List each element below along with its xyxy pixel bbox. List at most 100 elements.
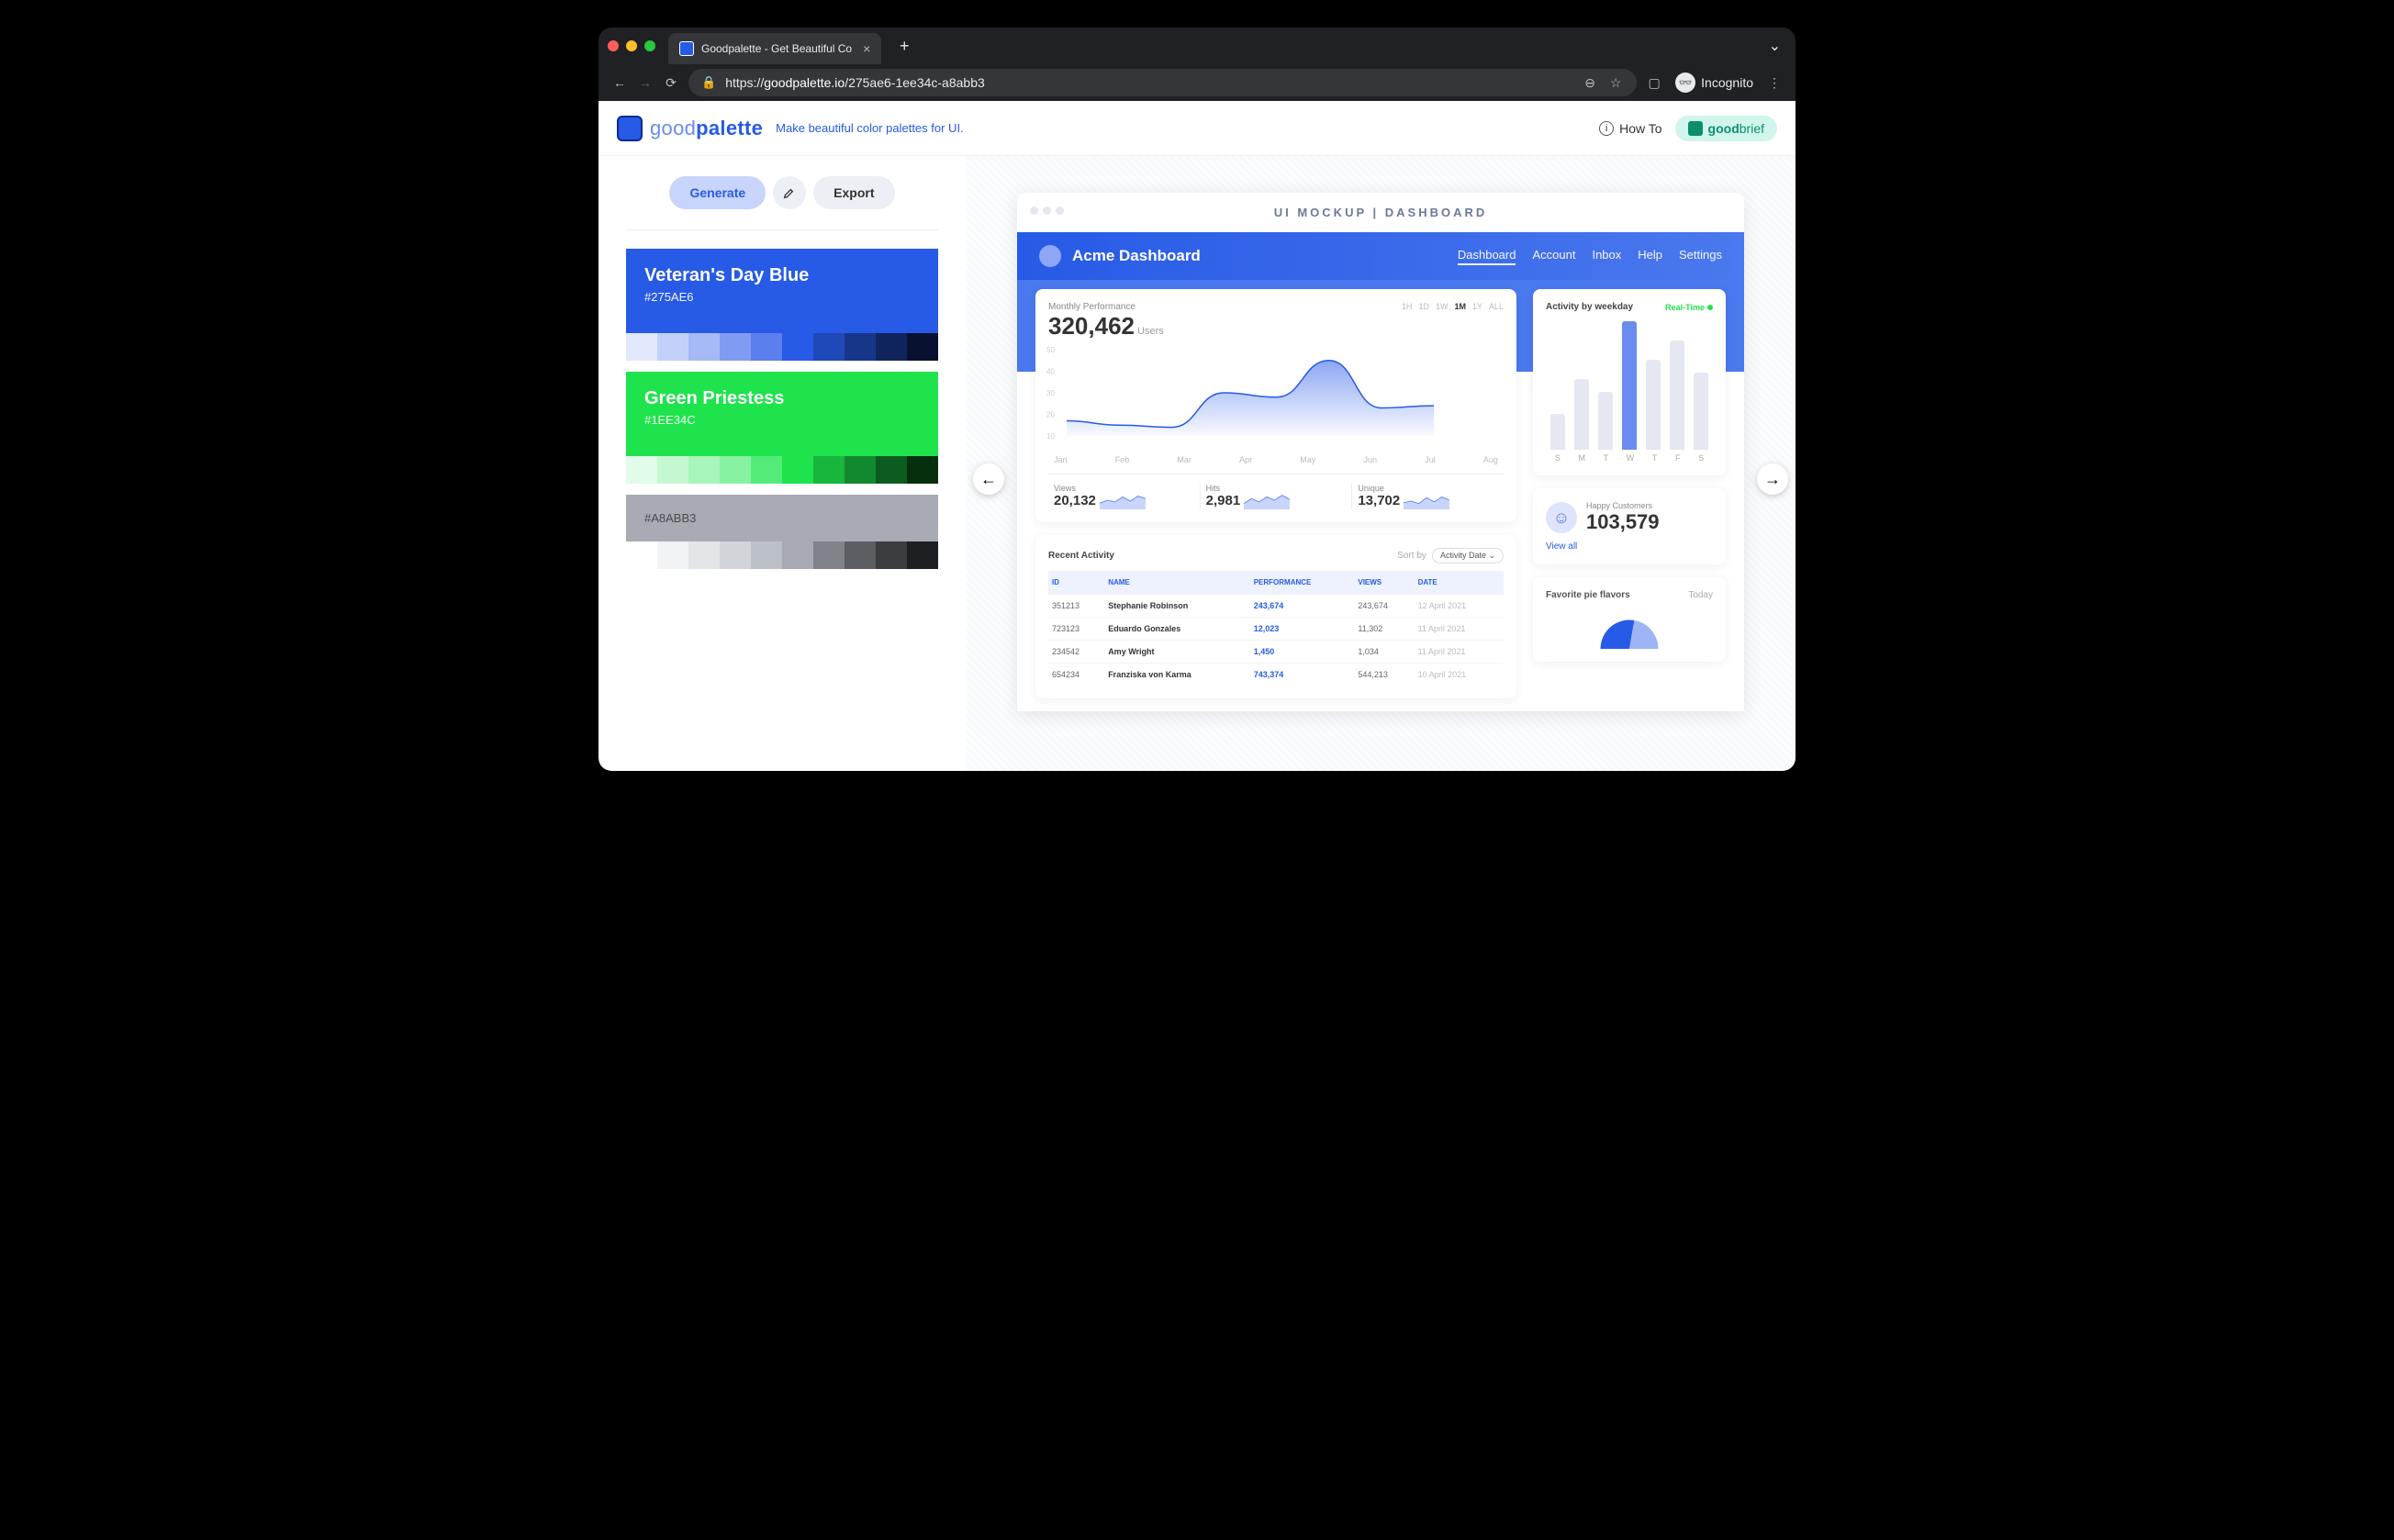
window-controls: [608, 40, 655, 51]
swatch[interactable]: [813, 541, 845, 569]
weekday-card: Activity by weekday Real-Time SMTWTFS: [1533, 289, 1726, 475]
swatch[interactable]: [845, 333, 876, 361]
swatch[interactable]: [876, 333, 907, 361]
range-option[interactable]: 1M: [1454, 302, 1466, 311]
mockup-nav-item[interactable]: Inbox: [1592, 248, 1621, 265]
range-option[interactable]: 1Y: [1472, 302, 1482, 311]
palette-hex: #275AE6: [644, 290, 920, 304]
palette-swatches: [626, 541, 938, 569]
mockup-nav-item[interactable]: Help: [1638, 248, 1662, 265]
maximize-window-icon[interactable]: [644, 40, 655, 51]
bar: [1694, 373, 1708, 450]
recent-activity-card: Recent Activity Sort by Activity Date ⌄ …: [1035, 535, 1516, 698]
swatch[interactable]: [720, 333, 751, 361]
export-button[interactable]: Export: [813, 176, 894, 209]
palette-name: Veteran's Day Blue: [644, 265, 920, 286]
next-mockup-button[interactable]: →: [1757, 463, 1788, 495]
mockup-nav-item[interactable]: Settings: [1679, 248, 1722, 265]
site-tagline: Make beautiful color palettes for UI.: [776, 121, 964, 135]
swatch[interactable]: [751, 333, 782, 361]
swatch[interactable]: [657, 333, 688, 361]
close-tab-icon[interactable]: ×: [863, 41, 870, 56]
swatch[interactable]: [782, 333, 813, 361]
bookmark-icon[interactable]: ☆: [1607, 74, 1624, 91]
eyedropper-button[interactable]: [773, 176, 806, 209]
incognito-badge[interactable]: 👓 Incognito: [1675, 73, 1753, 93]
mockup-logo-icon: [1039, 245, 1061, 267]
goodbrief-button[interactable]: goodbrief: [1675, 116, 1777, 141]
reload-icon[interactable]: ⟳: [663, 74, 679, 91]
swatch[interactable]: [876, 541, 907, 569]
back-icon[interactable]: ←: [611, 74, 628, 91]
range-option[interactable]: 1H: [1402, 302, 1413, 311]
swatch[interactable]: [688, 333, 720, 361]
mockup-nav-item[interactable]: Dashboard: [1458, 248, 1516, 265]
swatch[interactable]: [688, 541, 720, 569]
swatch[interactable]: [688, 456, 720, 484]
swatch[interactable]: [907, 333, 938, 361]
range-option[interactable]: 1D: [1418, 302, 1429, 311]
generate-button[interactable]: Generate: [669, 176, 766, 209]
range-option[interactable]: 1W: [1436, 302, 1449, 311]
preview-panel: ← → UI MOCKUP | DASHBOARD Acme Dashboard…: [966, 156, 1796, 771]
swatch[interactable]: [845, 456, 876, 484]
zoom-icon[interactable]: ⊖: [1582, 74, 1598, 91]
swatch[interactable]: [626, 456, 657, 484]
palette-group[interactable]: Veteran's Day Blue #275AE6: [626, 249, 938, 361]
swatch[interactable]: [845, 541, 876, 569]
bar: [1598, 392, 1613, 450]
close-window-icon[interactable]: [608, 40, 619, 51]
swatch[interactable]: [907, 456, 938, 484]
smile-icon: ☺: [1546, 502, 1577, 533]
new-tab-button[interactable]: +: [892, 34, 916, 58]
browser-tab[interactable]: Goodpalette - Get Beautiful Co ×: [668, 33, 881, 64]
swatch[interactable]: [657, 456, 688, 484]
bar: [1670, 340, 1684, 450]
view-all-link[interactable]: View all: [1546, 541, 1713, 552]
swatch[interactable]: [813, 333, 845, 361]
swatch[interactable]: [813, 456, 845, 484]
browser-toolbar: ← → ⟳ 🔒 https://goodpalette.io/275ae6-1e…: [598, 64, 1796, 101]
table-row[interactable]: 654234Franziska von Karma743,374544,2131…: [1048, 664, 1504, 686]
happy-value: 103,579: [1586, 510, 1660, 534]
pie-card: Favorite pie flavors Today: [1533, 577, 1726, 662]
pie-chart: [1546, 608, 1713, 649]
swatch[interactable]: [782, 541, 813, 569]
panel-icon[interactable]: ▢: [1646, 74, 1662, 91]
sort-select[interactable]: Activity Date ⌄: [1432, 548, 1504, 564]
address-bar[interactable]: 🔒 https://goodpalette.io/275ae6-1ee34c-a…: [688, 69, 1637, 96]
tabs-menu-icon[interactable]: ⌄: [1769, 37, 1786, 55]
swatch[interactable]: [626, 541, 657, 569]
site-header: goodpalette Make beautiful color palette…: [598, 101, 1796, 156]
minimize-window-icon[interactable]: [626, 40, 637, 51]
mockup-label: UI MOCKUP | DASHBOARD: [1017, 193, 1744, 232]
table-row[interactable]: 723123Eduardo Gonzales12,02311,30211 Apr…: [1048, 618, 1504, 641]
palette-group[interactable]: #A8ABB3: [626, 495, 938, 569]
swatch[interactable]: [626, 333, 657, 361]
swatch[interactable]: [751, 456, 782, 484]
bar: [1574, 379, 1589, 450]
table-row[interactable]: 351213Stephanie Robinson243,674243,67412…: [1048, 595, 1504, 618]
browser-menu-icon[interactable]: ⋮: [1766, 74, 1783, 91]
swatch[interactable]: [876, 456, 907, 484]
site-logo[interactable]: goodpalette: [617, 116, 763, 141]
favicon-icon: [679, 41, 694, 56]
mockup-nav-item[interactable]: Account: [1532, 248, 1575, 265]
range-option[interactable]: ALL: [1489, 302, 1504, 311]
prev-mockup-button[interactable]: ←: [973, 463, 1004, 495]
swatch[interactable]: [720, 456, 751, 484]
bar: [1550, 414, 1565, 450]
pie-when: Today: [1688, 590, 1713, 600]
table-row[interactable]: 234542Amy Wright1,4501,03411 April 2021: [1048, 641, 1504, 664]
browser-window: Goodpalette - Get Beautiful Co × + ⌄ ← →…: [598, 28, 1796, 771]
swatch[interactable]: [657, 541, 688, 569]
performance-card: Monthly Performance 320,462 Users 1H1D1W…: [1035, 289, 1516, 522]
swatch[interactable]: [907, 541, 938, 569]
happy-customers-card: ☺ Happy Customers 103,579 View all: [1533, 488, 1726, 564]
swatch[interactable]: [751, 541, 782, 569]
palette-group[interactable]: Green Priestess #1EE34C: [626, 372, 938, 484]
swatch[interactable]: [782, 456, 813, 484]
howto-link[interactable]: i How To: [1599, 121, 1661, 136]
forward-icon[interactable]: →: [637, 74, 654, 91]
swatch[interactable]: [720, 541, 751, 569]
